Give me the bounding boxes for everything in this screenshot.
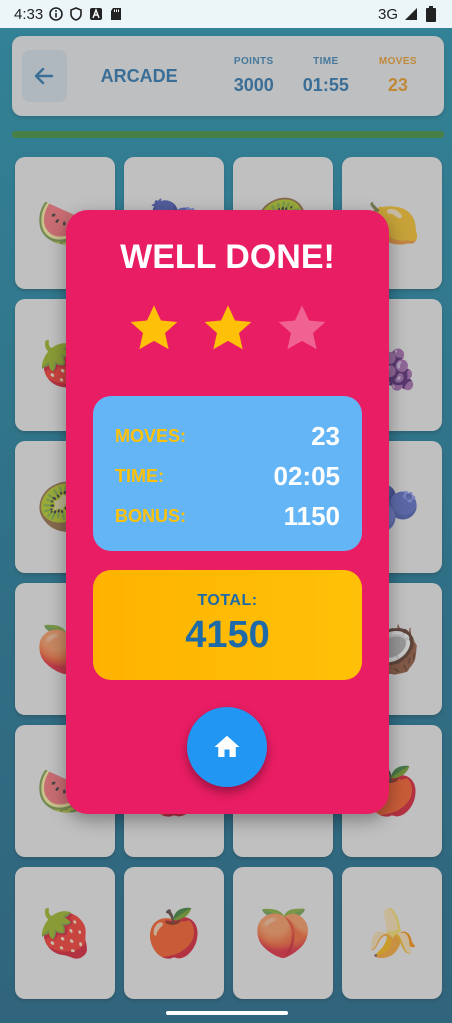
star-filled-icon [127, 302, 181, 356]
star-filled-icon [201, 302, 255, 356]
dialog-time-value: 02:05 [273, 460, 341, 491]
status-bar: 4:33 3G [0, 0, 452, 28]
dialog-time-label: TIME: [115, 465, 164, 486]
dialog-moves-value: 23 [311, 420, 340, 451]
home-icon [214, 735, 240, 757]
info-icon [49, 7, 64, 21]
bonus-row: BONUS: 1150 [115, 496, 340, 536]
dialog-bonus-label: BONUS: [115, 505, 186, 526]
time-row: TIME: 02:05 [115, 456, 340, 496]
sd-card-icon [109, 7, 123, 21]
gesture-bar[interactable] [166, 1011, 288, 1015]
total-panel: TOTAL: 4150 [93, 570, 362, 680]
total-value: 4150 [185, 614, 270, 656]
a-badge-icon [89, 7, 103, 21]
battery-icon [424, 6, 438, 22]
network-type: 3G [377, 5, 398, 23]
status-time: 4:33 [14, 5, 44, 23]
dialog-bonus-value: 1150 [283, 500, 340, 531]
dialog-title: WELL DONE! [120, 238, 335, 276]
moves-row: MOVES: 23 [115, 416, 340, 456]
dialog-moves-label: MOVES: [115, 425, 187, 446]
shield-icon [69, 7, 83, 21]
signal-icon [404, 7, 418, 21]
star-empty-icon [275, 302, 329, 356]
star-rating [66, 302, 389, 356]
home-button[interactable] [187, 707, 267, 787]
total-label: TOTAL: [197, 592, 258, 609]
level-complete-dialog: WELL DONE! MOVES: 23 TIME: 02:05 BONUS: … [66, 210, 389, 814]
stats-panel: MOVES: 23 TIME: 02:05 BONUS: 1150 [93, 396, 362, 551]
